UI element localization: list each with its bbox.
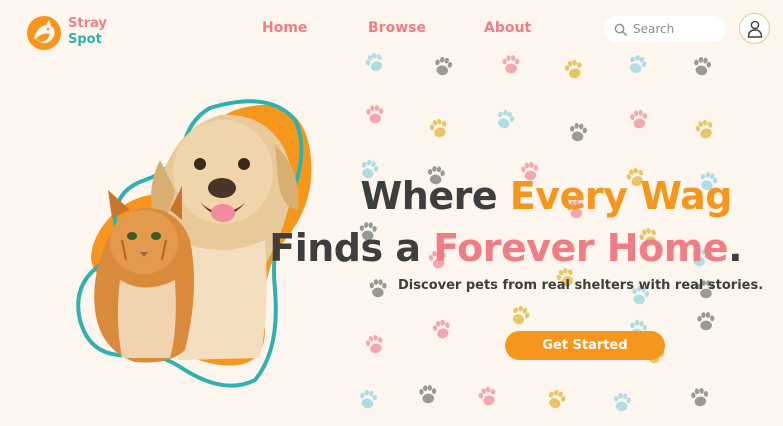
paw-print-icon — [697, 311, 715, 331]
search-input[interactable] — [633, 22, 721, 36]
brand-name-line2: Spot — [68, 32, 102, 47]
brand-name-line1: Stray — [68, 16, 107, 31]
paw-print-icon — [692, 55, 713, 77]
paw-print-icon — [431, 318, 453, 340]
paw-print-icon — [477, 385, 499, 408]
paw-print-icon — [568, 122, 588, 143]
headline-highlight-pink: Forever Home — [433, 226, 729, 270]
brand-logo[interactable]: Stray Spot — [24, 12, 107, 52]
paw-print-icon — [690, 387, 710, 408]
headline-line-1: Where Every Wag — [360, 170, 732, 222]
nav-about-link[interactable]: About — [484, 20, 531, 36]
search-box[interactable] — [604, 16, 726, 42]
paw-print-icon — [358, 389, 378, 410]
brand-name: Stray Spot — [68, 16, 107, 48]
search-icon — [614, 23, 627, 36]
headline-text: Where — [360, 174, 510, 218]
paw-print-icon — [545, 387, 568, 411]
hero-subtitle: Discover pets from real shelters with re… — [398, 278, 764, 293]
paw-print-icon — [364, 333, 386, 356]
paw-print-icon — [432, 55, 454, 77]
paw-print-icon — [629, 109, 649, 129]
paw-print-icon — [612, 392, 632, 413]
headline-line-2: Finds a Forever Home. — [269, 222, 742, 274]
paw-print-icon — [365, 104, 384, 124]
get-started-button[interactable]: Get Started — [505, 331, 665, 360]
nav-browse-link[interactable]: Browse — [368, 20, 426, 36]
paw-print-icon — [418, 384, 438, 404]
paw-print-icon — [508, 303, 532, 328]
paw-print-icon — [693, 118, 716, 141]
paw-print-icon — [363, 50, 387, 75]
headline-text: Finds a — [269, 226, 434, 270]
user-avatar-button[interactable] — [739, 13, 770, 44]
paw-print-icon — [428, 117, 450, 140]
paw-print-icon — [502, 55, 520, 74]
user-icon — [747, 20, 762, 38]
paw-print-icon — [369, 278, 387, 298]
paw-print-icon — [563, 58, 585, 81]
nav-home-link[interactable]: Home — [262, 20, 307, 36]
headline-period: . — [728, 226, 742, 270]
paw-print-icon — [625, 52, 649, 76]
headline-highlight-orange: Every Wag — [509, 174, 733, 218]
paw-print-icon — [494, 107, 517, 131]
cat-dog-logo-icon — [27, 16, 61, 50]
